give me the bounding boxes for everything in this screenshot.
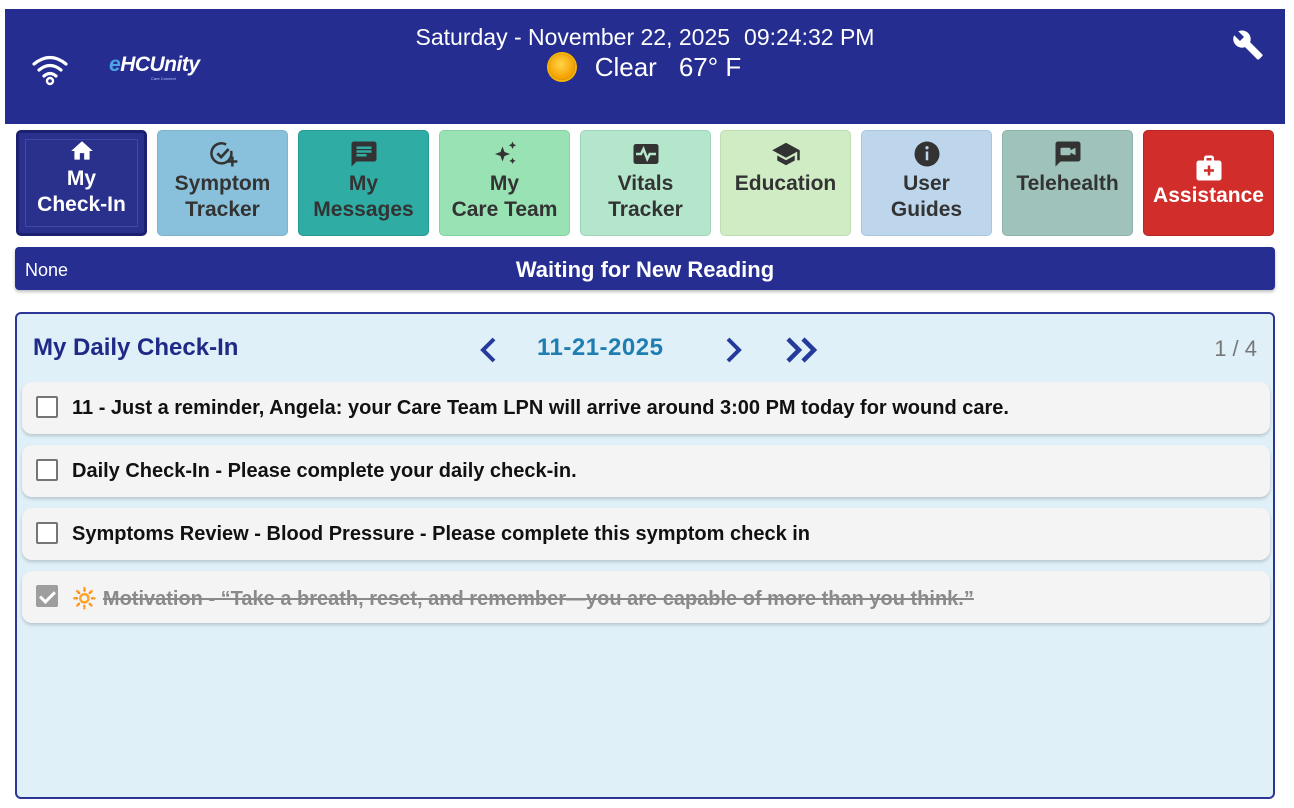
nav-education[interactable]: Education — [720, 130, 851, 236]
double-chevron-right-icon[interactable] — [781, 334, 825, 366]
nav-telehealth[interactable]: Telehealth — [1002, 130, 1133, 236]
nav-label: Symptom Tracker — [174, 172, 271, 221]
check-in-date: 11-21-2025 — [537, 334, 664, 361]
task-item[interactable]: Symptoms Review - Blood Pressure - Pleas… — [22, 508, 1270, 560]
reading-status-bar: None Waiting for New Reading — [15, 247, 1275, 290]
task-checkbox[interactable] — [36, 522, 58, 544]
video-chat-icon — [1055, 141, 1080, 167]
nav-label: My Care Team — [451, 172, 558, 221]
reading-status: Waiting for New Reading — [515, 257, 775, 282]
current-date: Saturday - November 22, 2025 — [415, 24, 731, 50]
nav-vitals-tracker[interactable]: Vitals Tracker — [580, 130, 711, 236]
first-aid-icon — [1196, 155, 1221, 181]
weather-condition: Clear — [594, 52, 657, 82]
task-item[interactable]: 🔆 Motivation - “Take a breath, reset, and… — [22, 571, 1270, 623]
sun-emoji-icon: 🔆 — [72, 588, 97, 610]
sun-icon — [548, 54, 575, 80]
vitals-icon — [633, 144, 658, 164]
nav-user-guides[interactable]: User Guides — [861, 130, 992, 236]
daily-check-in-panel: My Daily Check-In 11-21-2025 1 / 4 11 - … — [15, 312, 1275, 799]
top-header: eHCUnity Care Connect Saturday - November… — [5, 9, 1285, 124]
wrench-icon[interactable] — [1232, 29, 1264, 61]
info-icon — [914, 141, 939, 167]
page-indicator: 1 / 4 — [1214, 336, 1257, 361]
task-text: 🔆 Motivation - “Take a breath, reset, and… — [72, 588, 974, 610]
nav-label: Assistance — [1153, 184, 1264, 207]
nav-my-messages[interactable]: My Messages — [298, 130, 429, 236]
message-icon — [351, 141, 376, 167]
chevron-right-icon[interactable] — [719, 334, 747, 366]
task-checkbox-checked[interactable] — [36, 585, 58, 607]
panel-title: My Daily Check-In — [33, 334, 239, 361]
nav-label: Telehealth — [1016, 172, 1119, 195]
task-item[interactable]: 11 - Just a reminder, Angela: your Care … — [22, 382, 1270, 434]
check-plus-icon — [209, 142, 237, 167]
task-checkbox[interactable] — [36, 396, 58, 418]
nav-label: My Check-In — [37, 167, 126, 216]
nav-my-care-team[interactable]: My Care Team — [439, 130, 570, 236]
task-text: Symptoms Review - Blood Pressure - Pleas… — [72, 523, 811, 545]
nav-symptom-tracker[interactable]: Symptom Tracker — [157, 130, 288, 236]
task-text: 11 - Just a reminder, Angela: your Care … — [72, 397, 1009, 419]
task-text: Daily Check-In - Please complete your da… — [72, 460, 577, 482]
graduation-cap-icon — [771, 142, 800, 166]
nav-label: My Messages — [313, 172, 414, 221]
nav-assistance[interactable]: Assistance — [1143, 130, 1274, 236]
sparkle-icon — [494, 141, 516, 164]
home-icon — [70, 141, 93, 160]
date-time: Saturday - November 22, 2025 09:24:32 PM — [5, 24, 1285, 51]
nav-label: Vitals Tracker — [608, 172, 683, 221]
weather: Clear 67° F — [5, 52, 1285, 83]
nav-label: User Guides — [890, 172, 963, 221]
current-time: 09:24:32 PM — [744, 24, 875, 50]
chevron-left-icon[interactable] — [475, 334, 503, 366]
temperature: 67° F — [678, 52, 742, 82]
task-checkbox[interactable] — [36, 459, 58, 481]
task-item[interactable]: Daily Check-In - Please complete your da… — [22, 445, 1270, 497]
nav-my-check-in[interactable]: My Check-In — [16, 130, 147, 236]
nav-label: Education — [734, 172, 837, 195]
